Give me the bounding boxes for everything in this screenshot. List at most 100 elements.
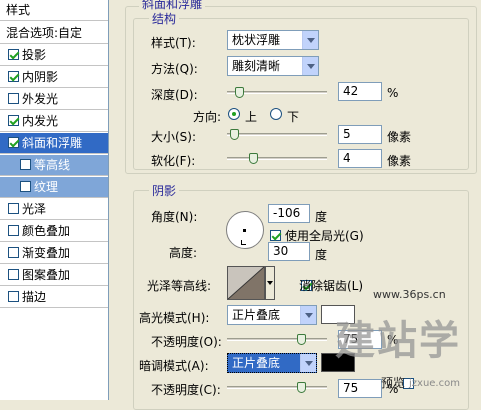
style-item[interactable]: 内发光 (0, 111, 108, 132)
size-input[interactable]: 5 (338, 125, 382, 144)
anti-alias-label: 消除锯齿(L) (299, 279, 364, 293)
highlight-opacity-label: 不透明度(O): (151, 335, 222, 349)
angle-unit: 度 (315, 210, 328, 224)
size-unit: 像素 (387, 130, 412, 144)
technique-select-value: 雕刻清晰 (232, 59, 281, 73)
depth-slider-thumb[interactable] (234, 87, 244, 98)
shadow-opacity-slider[interactable] (227, 382, 327, 393)
depth-input[interactable]: 42 (338, 82, 382, 101)
shading-title: 阴影 (149, 182, 180, 199)
shadow-mode-value: 正片叠底 (232, 356, 281, 370)
site-watermark: www.36ps.cn (373, 288, 446, 301)
style-item-checkbox[interactable] (8, 49, 19, 60)
direction-up-radio[interactable] (228, 108, 240, 120)
style-select[interactable]: 枕状浮雕 (227, 30, 319, 50)
blend-options-item[interactable]: 混合选项:自定 (0, 23, 108, 44)
style-item-checkbox[interactable] (8, 269, 19, 280)
size-label: 大小(S): (151, 130, 197, 144)
depth-unit: % (387, 86, 399, 100)
style-item[interactable]: 投影 (0, 45, 108, 66)
soften-slider-thumb[interactable] (249, 153, 258, 164)
style-item-checkbox[interactable] (20, 181, 31, 192)
highlight-mode-value: 正片叠底 (232, 308, 281, 322)
soften-label: 软化(F): (151, 154, 196, 168)
highlight-mode-label: 高光模式(H): (139, 311, 210, 325)
shadow-opacity-thumb[interactable] (297, 382, 306, 393)
style-item[interactable]: 外发光 (0, 89, 108, 110)
direction-down-label: 下 (287, 110, 300, 124)
altitude-label: 高度: (169, 246, 198, 260)
chevron-down-icon (267, 281, 273, 285)
soften-input[interactable]: 4 (338, 149, 382, 168)
structure-title: 结构 (149, 10, 180, 27)
style-select-value: 枕状浮雕 (232, 33, 281, 47)
angle-input[interactable]: -106 (268, 204, 310, 223)
style-item[interactable]: 内阴影 (0, 67, 108, 88)
style-item[interactable]: 光泽 (0, 199, 108, 220)
contour-curve-icon (227, 266, 265, 300)
style-item[interactable]: 纹理 (0, 177, 108, 198)
style-item[interactable]: 图案叠加 (0, 265, 108, 286)
style-item-checkbox[interactable] (8, 115, 19, 126)
crosshair-icon (241, 240, 246, 245)
technique-select[interactable]: 雕刻清晰 (227, 56, 319, 76)
depth-label: 深度(D): (151, 88, 198, 102)
style-item-checkbox[interactable] (8, 291, 19, 302)
logo-watermark: 建站学 (335, 318, 461, 364)
style-item-checkbox[interactable] (8, 71, 19, 82)
style-item-label: 斜面和浮雕 (22, 136, 83, 150)
style-item-label: 光泽 (22, 202, 47, 216)
direction-up-label: 上 (245, 110, 258, 124)
shadow-mode-label: 暗调模式(A): (139, 359, 209, 373)
style-item-checkbox[interactable] (8, 203, 19, 214)
style-item-checkbox[interactable] (8, 225, 19, 236)
highlight-mode-select[interactable]: 正片叠底 (227, 305, 317, 325)
style-item[interactable]: 描边 (0, 287, 108, 308)
style-item-label: 纹理 (34, 180, 59, 194)
gloss-contour-preview[interactable] (227, 266, 265, 300)
angle-dial[interactable] (226, 211, 264, 249)
style-item-checkbox[interactable] (8, 137, 19, 148)
size-slider[interactable] (227, 129, 327, 140)
shadow-mode-select[interactable]: 正片叠底 (227, 353, 317, 373)
soften-unit: 像素 (387, 154, 412, 168)
style-item[interactable]: 斜面和浮雕 (0, 133, 108, 154)
size-slider-thumb[interactable] (230, 129, 239, 140)
style-item-label: 渐变叠加 (22, 246, 71, 260)
highlight-opacity-thumb[interactable] (297, 334, 306, 345)
depth-slider[interactable] (227, 87, 327, 98)
altitude-input[interactable]: 30 (268, 242, 310, 261)
style-item[interactable]: 颜色叠加 (0, 221, 108, 242)
preview-label: 预览 (381, 376, 406, 390)
technique-label: 方法(Q): (151, 62, 198, 76)
style-item-label: 投影 (22, 48, 47, 62)
style-item-label: 图案叠加 (22, 268, 71, 282)
style-item-checkbox[interactable] (8, 247, 19, 258)
gloss-contour-dropdown[interactable] (265, 266, 275, 300)
shadow-opacity-input[interactable]: 75 (338, 379, 382, 398)
global-light-checkbox[interactable] (270, 230, 281, 241)
direction-label: 方向: (193, 110, 222, 124)
style-item-checkbox[interactable] (20, 159, 31, 170)
style-item[interactable]: 渐变叠加 (0, 243, 108, 264)
styles-header[interactable]: 样式 (0, 0, 108, 21)
chevron-down-icon (300, 306, 316, 324)
shadow-opacity-label: 不透明度(C): (151, 383, 221, 397)
styles-list-panel: 样式 混合选项:自定 投影内阴影外发光内发光斜面和浮雕等高线纹理光泽颜色叠加渐变… (0, 0, 109, 400)
style-item[interactable]: 等高线 (0, 155, 108, 176)
angle-dial-center (243, 229, 246, 232)
bevel-emboss-settings: 斜面和浮雕 结构 样式(T): 枕状浮雕 方法(Q): 雕刻清晰 深度(D): … (109, 0, 481, 410)
direction-down-radio[interactable] (270, 108, 282, 120)
style-item-label: 等高线 (34, 158, 71, 172)
url-watermark: jzxue.com (409, 378, 460, 389)
style-label: 样式(T): (151, 36, 196, 50)
style-item-checkbox[interactable] (8, 93, 19, 104)
highlight-opacity-slider[interactable] (227, 334, 327, 345)
chevron-down-icon (300, 354, 316, 372)
chevron-down-icon (302, 57, 318, 75)
style-item-label: 外发光 (22, 92, 59, 106)
style-item-label: 颜色叠加 (22, 224, 71, 238)
soften-slider[interactable] (227, 153, 327, 164)
altitude-unit: 度 (315, 248, 328, 262)
style-item-label: 描边 (22, 290, 47, 304)
